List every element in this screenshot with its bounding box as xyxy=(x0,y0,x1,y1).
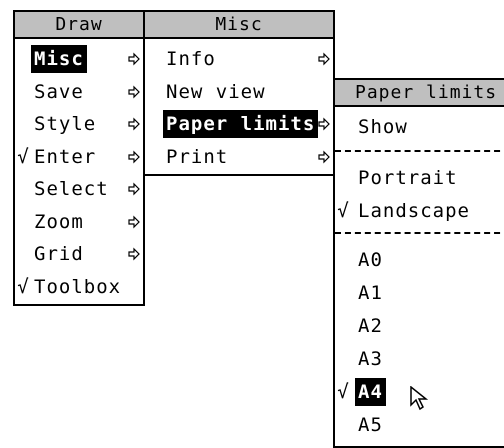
misc-menu-title: Misc xyxy=(145,12,333,39)
mouse-pointer-icon xyxy=(410,386,429,411)
menu-item-a5-label: A5 xyxy=(358,414,383,436)
menu-item-a3-label: A3 xyxy=(358,348,383,370)
menu-separator xyxy=(335,150,504,152)
submenu-arrow-icon xyxy=(128,117,140,131)
menu-item-print-label: Print xyxy=(166,145,229,168)
submenu-arrow-icon xyxy=(318,117,330,131)
menu-item-a4-label: A4 xyxy=(355,378,386,406)
menu-item-toolbox[interactable]: √ Toolbox xyxy=(15,273,143,301)
menu-item-select[interactable]: Select xyxy=(15,175,143,203)
menu-item-select-label: Select xyxy=(34,178,109,200)
submenu-arrow-icon xyxy=(318,52,330,66)
menu-item-print[interactable]: Print xyxy=(145,143,333,171)
menu-item-misc[interactable]: Misc xyxy=(15,45,143,73)
menu-item-zoom-label: Zoom xyxy=(34,210,84,233)
menu-item-zoom[interactable]: Zoom xyxy=(15,208,143,236)
menu-item-grid[interactable]: Grid xyxy=(15,240,143,268)
check-mark-icon: √ xyxy=(17,275,29,298)
menu-separator xyxy=(335,232,504,234)
menu-item-a1-label: A1 xyxy=(358,282,383,304)
paper-limits-menu-title: Paper limits xyxy=(335,80,504,107)
menu-item-style[interactable]: Style xyxy=(15,110,143,138)
menu-item-paper-limits-label: Paper limits xyxy=(163,110,319,138)
menu-item-show-label: Show xyxy=(358,116,408,138)
menu-item-new-view-label: New view xyxy=(166,80,266,103)
check-mark-icon: √ xyxy=(337,200,349,222)
menu-item-portrait[interactable]: Portrait xyxy=(335,164,504,192)
menu-item-misc-label: Misc xyxy=(31,45,87,73)
check-mark-icon: √ xyxy=(337,381,349,403)
menu-item-save[interactable]: Save xyxy=(15,78,143,106)
menu-item-grid-label: Grid xyxy=(34,243,84,265)
menu-item-info[interactable]: Info xyxy=(145,45,333,73)
misc-menu: Misc Info New view Paper limits Print xyxy=(143,10,335,176)
submenu-arrow-icon xyxy=(128,150,140,163)
check-mark-icon: √ xyxy=(17,145,29,168)
submenu-arrow-icon xyxy=(128,52,140,66)
submenu-arrow-icon xyxy=(128,247,140,261)
menu-item-a0-label: A0 xyxy=(358,249,383,271)
menu-item-landscape-label: Landscape xyxy=(358,200,470,222)
menu-item-a5[interactable]: A5 xyxy=(335,411,504,439)
submenu-arrow-icon xyxy=(128,85,140,98)
menu-item-landscape[interactable]: √ Landscape xyxy=(335,197,504,225)
menu-item-new-view[interactable]: New view xyxy=(145,78,333,106)
submenu-arrow-icon xyxy=(128,215,140,228)
draw-menu: Draw Misc Save Style √ Enter Select Zoom Grid √ T… xyxy=(13,10,145,306)
menu-item-a0[interactable]: A0 xyxy=(335,246,504,274)
submenu-arrow-icon xyxy=(128,182,140,196)
menu-item-portrait-label: Portrait xyxy=(358,167,458,189)
menu-item-enter[interactable]: √ Enter xyxy=(15,143,143,171)
menu-item-a3[interactable]: A3 xyxy=(335,345,504,373)
menu-item-toolbox-label: Toolbox xyxy=(34,275,122,298)
menu-item-info-label: Info xyxy=(166,48,216,70)
menu-item-a2[interactable]: A2 xyxy=(335,312,504,340)
menu-item-paper-limits[interactable]: Paper limits xyxy=(145,110,333,138)
menu-item-show[interactable]: Show xyxy=(335,113,504,141)
submenu-arrow-icon xyxy=(318,150,330,163)
menu-item-a1[interactable]: A1 xyxy=(335,279,504,307)
menu-item-save-label: Save xyxy=(34,80,84,103)
menu-item-enter-label: Enter xyxy=(34,145,97,168)
menu-item-a2-label: A2 xyxy=(358,315,383,337)
draw-menu-title: Draw xyxy=(15,12,143,39)
menu-item-style-label: Style xyxy=(34,113,97,135)
